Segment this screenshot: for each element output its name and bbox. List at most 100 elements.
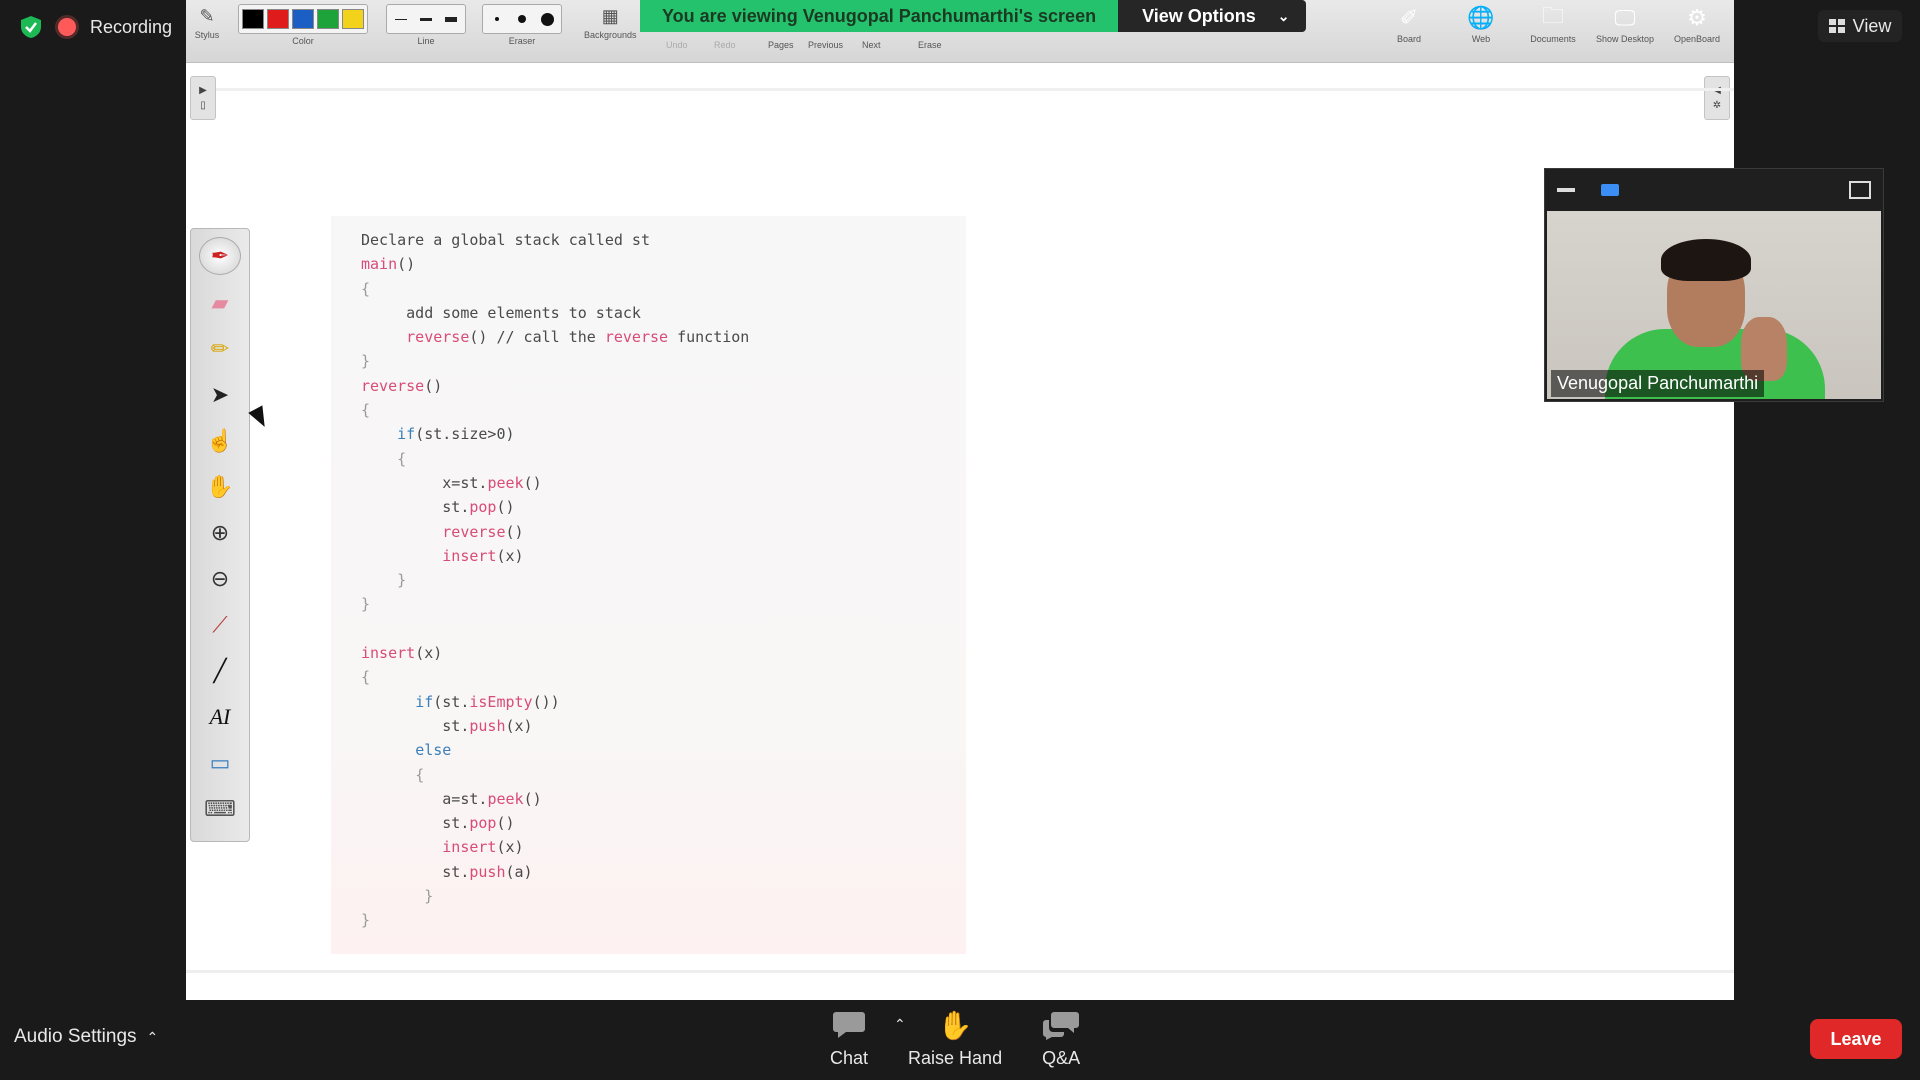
folder-icon: 🗀: [1541, 3, 1564, 28]
screen-share-banner: You are viewing Venugopal Panchumarthi's…: [640, 0, 1306, 32]
color-swatch-black[interactable]: [242, 9, 264, 29]
view-options-button[interactable]: View Options ⌄: [1118, 0, 1306, 32]
color-swatch-blue[interactable]: [292, 9, 314, 29]
chat-bubble-icon: [833, 1012, 866, 1038]
chat-options-chevron-icon[interactable]: ⌃: [894, 1016, 906, 1033]
page-icon: ▯: [200, 100, 206, 111]
audio-settings-button[interactable]: Audio Settings ⌃: [14, 1026, 158, 1048]
raise-hand-icon: ✋: [937, 1009, 973, 1041]
code-line: }: [361, 352, 371, 371]
board-divider-top: [216, 88, 1734, 91]
color-swatch-red[interactable]: [267, 9, 289, 29]
line-medium-button[interactable]: [415, 10, 437, 28]
code-line: if(st.size>0): [397, 425, 515, 444]
viewing-screen-text: You are viewing Venugopal Panchumarthi's…: [640, 0, 1119, 32]
participant-video-tile[interactable]: Venugopal Panchumarthi: [1544, 168, 1884, 402]
board-icon: ✐: [1399, 5, 1419, 30]
code-line: }: [424, 887, 434, 906]
zoom-in-tool-button[interactable]: ⊕: [200, 515, 240, 551]
stylus-icon: ✎: [199, 5, 215, 26]
code-line: Declare a global stack called st: [361, 231, 650, 249]
participant-video: Venugopal Panchumarthi: [1547, 211, 1881, 399]
text-tool-button[interactable]: AI: [200, 699, 240, 735]
pages-button[interactable]: Pages: [768, 38, 794, 50]
meeting-status: Recording: [18, 14, 172, 40]
stylus-tool[interactable]: ✎ Stylus: [194, 4, 220, 41]
backgrounds-button[interactable]: ▦ Backgrounds: [584, 4, 637, 41]
eraser-small-button[interactable]: [486, 10, 508, 28]
raise-hand-label: Raise Hand: [908, 1048, 1003, 1068]
color-swatch-yellow[interactable]: [342, 9, 364, 29]
code-line: x=st.peek(): [361, 473, 542, 492]
eraser-tool-button[interactable]: ▰: [200, 285, 240, 321]
pages-label: Pages: [768, 40, 794, 50]
documents-button[interactable]: 🗀 Documents: [1524, 3, 1582, 44]
erase-label: Erase: [918, 40, 942, 50]
line-thick-button[interactable]: [440, 10, 462, 28]
stylus-label: Stylus: [194, 30, 220, 40]
recording-label[interactable]: Recording: [90, 17, 172, 38]
code-line: insert(x): [442, 546, 524, 565]
code-line: {: [361, 401, 371, 420]
hand-tool-button[interactable]: ✋: [200, 469, 240, 505]
layout-toggle-icon[interactable]: [1849, 181, 1871, 199]
text-icon: AI: [209, 704, 231, 729]
previous-label: Previous: [808, 40, 844, 50]
undo-button[interactable]: Undo: [666, 38, 688, 50]
marker-tool-button[interactable]: ✏: [200, 331, 240, 367]
pen-icon: ✒: [210, 243, 230, 268]
qa-bubbles-icon: [1043, 1012, 1080, 1040]
leave-button[interactable]: Leave: [1810, 1019, 1902, 1059]
zoom-out-tool-button[interactable]: ⊖: [200, 561, 240, 597]
next-button[interactable]: Next: [862, 38, 881, 50]
code-line: {: [415, 765, 425, 784]
qa-button[interactable]: Q&A: [1042, 1008, 1080, 1069]
raise-hand-button[interactable]: ✋ Raise Hand: [908, 1008, 1002, 1069]
undo-label: Undo: [666, 40, 688, 50]
minimize-icon[interactable]: [1557, 188, 1575, 192]
video-view-icon[interactable]: [1601, 184, 1619, 196]
video-tile-bar: [1545, 169, 1883, 211]
capture-tool-button[interactable]: ▭: [200, 745, 240, 781]
keyboard-tool-button[interactable]: ⌨: [200, 791, 240, 827]
redo-button[interactable]: Redo: [714, 38, 736, 50]
hand-icon: ✋: [206, 474, 234, 499]
eraser-medium-button[interactable]: [511, 10, 533, 28]
marker-icon: ✏: [210, 336, 230, 361]
eraser-large-button[interactable]: [536, 10, 558, 28]
participant-name: Venugopal Panchumarthi: [1551, 370, 1765, 397]
previous-button[interactable]: Previous: [808, 38, 843, 50]
security-shield-icon[interactable]: [18, 14, 44, 40]
show-desktop-button[interactable]: 🖵 Show Desktop: [1596, 4, 1654, 44]
code-line: add some elements to stack: [361, 303, 641, 322]
grid-icon: [1828, 19, 1845, 33]
openboard-right-tools: ✐ Board 🌐 Web 🗀 Documents 🖵 Show Desktop…: [1380, 3, 1726, 44]
audio-settings-label: Audio Settings: [14, 1026, 137, 1047]
line-thin-button[interactable]: [390, 10, 412, 28]
erase-button[interactable]: Erase: [918, 38, 942, 50]
chat-button[interactable]: Chat: [830, 1008, 868, 1069]
keyboard-icon: ⌨: [204, 796, 236, 821]
board-button[interactable]: ✐ Board: [1380, 4, 1438, 44]
board-divider-bottom: [186, 970, 1734, 973]
view-button[interactable]: View: [1818, 10, 1902, 42]
code-line: }: [361, 595, 371, 614]
interact-tool-button[interactable]: ☝: [200, 423, 240, 459]
backgrounds-icon: ▦: [601, 5, 619, 26]
line-tool-button[interactable]: ╱: [200, 653, 240, 689]
code-line: st.pop(): [361, 498, 515, 517]
selector-tool-button[interactable]: ➤: [200, 377, 240, 413]
laser-tool-button[interactable]: ⟋: [200, 607, 240, 643]
video-person-hair: [1661, 239, 1751, 281]
color-swatch-green[interactable]: [317, 9, 339, 29]
code-line: {: [361, 279, 371, 298]
pen-tool-button[interactable]: ✒: [199, 237, 241, 275]
right-panel-toggle[interactable]: ◀ ✲: [1704, 76, 1730, 120]
openboard-button[interactable]: ⚙ OpenBoard: [1668, 4, 1726, 44]
mouse-cursor-icon: [248, 405, 272, 431]
qa-label: Q&A: [1042, 1048, 1081, 1068]
eraser-icon: ▰: [211, 290, 229, 315]
web-button[interactable]: 🌐 Web: [1452, 4, 1510, 44]
left-panel-toggle[interactable]: ▶ ▯: [190, 76, 216, 120]
code-line: }: [361, 911, 371, 930]
